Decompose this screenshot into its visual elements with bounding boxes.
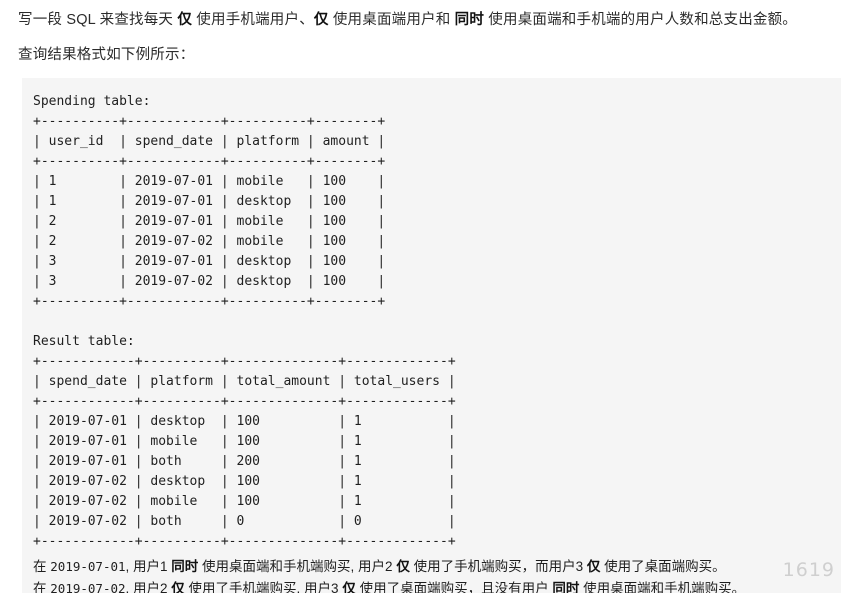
emphasis-text: 同时 bbox=[171, 559, 199, 574]
code-spacer bbox=[33, 312, 841, 332]
table-row: | 2 | 2019-07-01 | mobile | 100 | bbox=[33, 214, 386, 229]
table-row: | 2 | 2019-07-02 | mobile | 100 | bbox=[33, 234, 386, 249]
table-row: | 2019-07-01 | both | 200 | 1 | bbox=[33, 454, 456, 469]
page-root: 写一段 SQL 来查找每天 仅 使用手机端用户、仅 使用桌面端用户和 同时 使用… bbox=[0, 0, 841, 593]
plain-text: 使用桌面端和手机端购买, 用户2 bbox=[198, 559, 397, 574]
result-table-title: Result table: bbox=[33, 334, 135, 349]
emphasis-text: 仅 bbox=[586, 559, 601, 574]
table-row: | 3 | 2019-07-01 | desktop | 100 | bbox=[33, 254, 386, 269]
intro-section: 写一段 SQL 来查找每天 仅 使用手机端用户、仅 使用桌面端用户和 同时 使用… bbox=[0, 0, 841, 67]
plain-text: 2019-07-01 bbox=[50, 559, 126, 574]
table-row: | 2019-07-02 | desktop | 100 | 1 | bbox=[33, 474, 456, 489]
plain-text: 使用了手机端购买, 用户3 bbox=[184, 581, 343, 593]
plain-text: , 用户2 bbox=[125, 581, 172, 593]
plain-text: 2019-07-02 bbox=[50, 581, 126, 593]
note-line-1: 在 2019-07-01, 用户1 同时 使用桌面端和手机端购买, 用户2 仅 … bbox=[33, 556, 841, 578]
emphasis-text: 仅 bbox=[342, 581, 356, 593]
plain-text: 使用手机端用户、 bbox=[192, 12, 314, 28]
plain-text: 使用桌面端和手机端的用户人数和总支出金额。 bbox=[484, 12, 798, 28]
emphasis-text: 仅 bbox=[177, 12, 193, 28]
plain-text: , 用户1 bbox=[125, 559, 172, 574]
intro-line-2: 查询结果格式如下例所示： bbox=[18, 47, 195, 64]
result-table-separator-mid: +------------+----------+--------------+… bbox=[33, 394, 456, 409]
code-block: Spending table: +----------+------------… bbox=[22, 78, 841, 593]
result-table-header: | spend_date | platform | total_amount |… bbox=[33, 374, 456, 389]
plain-text: 在 bbox=[33, 559, 51, 574]
intro-line-1: 写一段 SQL 来查找每天 仅 使用手机端用户、仅 使用桌面端用户和 同时 使用… bbox=[18, 0, 823, 31]
emphasis-text: 同时 bbox=[454, 12, 485, 28]
plain-text: 使用了桌面端购买。 bbox=[600, 559, 726, 574]
spending-table-separator-mid: +----------+------------+----------+----… bbox=[33, 154, 386, 169]
result-table-separator-top: +------------+----------+--------------+… bbox=[33, 354, 456, 369]
table-row: | 3 | 2019-07-02 | desktop | 100 | bbox=[33, 274, 386, 289]
result-table-separator-bottom: +------------+----------+--------------+… bbox=[33, 534, 456, 549]
spending-table-separator-bottom: +----------+------------+----------+----… bbox=[33, 294, 386, 309]
emphasis-text: 同时 bbox=[552, 581, 580, 593]
spending-table-header: | user_id | spend_date | platform | amou… bbox=[33, 134, 386, 149]
table-row: | 2019-07-02 | both | 0 | 0 | bbox=[33, 514, 456, 529]
note-line-2: 在 2019-07-02, 用户2 仅 使用了手机端购买, 用户3 仅 使用了桌… bbox=[33, 578, 841, 593]
plain-text: 写一段 SQL 来查找每天 bbox=[18, 12, 178, 28]
plain-text: 在 bbox=[33, 581, 51, 593]
plain-text: 使用了手机端购买，而用户3 bbox=[409, 559, 587, 574]
emphasis-text: 仅 bbox=[396, 559, 410, 574]
plain-text: 使用桌面端用户和 bbox=[328, 12, 455, 28]
plain-text: 使用桌面端和手机端购买。 bbox=[579, 581, 746, 593]
table-row: | 2019-07-01 | mobile | 100 | 1 | bbox=[33, 434, 456, 449]
emphasis-text: 仅 bbox=[313, 12, 329, 28]
emphasis-text: 仅 bbox=[171, 581, 185, 593]
table-row: | 1 | 2019-07-01 | mobile | 100 | bbox=[33, 174, 386, 189]
spending-table-title: Spending table: bbox=[33, 94, 151, 109]
table-row: | 2019-07-02 | mobile | 100 | 1 | bbox=[33, 494, 456, 509]
notes-section: 在 2019-07-01, 用户1 同时 使用桌面端和手机端购买, 用户2 仅 … bbox=[33, 556, 841, 593]
spending-table-separator-top: +----------+------------+----------+----… bbox=[33, 114, 386, 129]
table-row: | 2019-07-01 | desktop | 100 | 1 | bbox=[33, 414, 456, 429]
table-row: | 1 | 2019-07-01 | desktop | 100 | bbox=[33, 194, 386, 209]
plain-text: 使用了桌面端购买，且没有用户 bbox=[355, 581, 553, 593]
